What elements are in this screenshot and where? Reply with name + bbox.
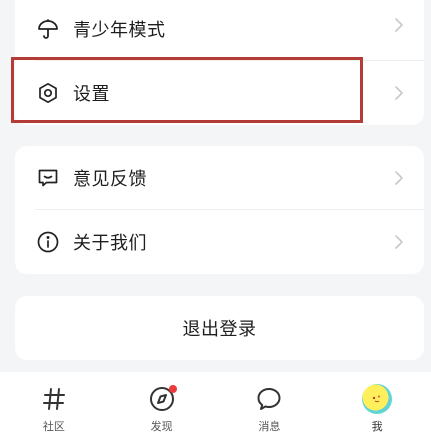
- settings-label: 设置: [73, 84, 110, 105]
- bottom-tab-bar: 社区 发现 消息 我: [0, 372, 431, 437]
- tab-community[interactable]: 社区: [0, 372, 108, 437]
- compass-icon: [147, 384, 177, 414]
- gear-icon: [35, 80, 61, 106]
- tab-label: 我: [371, 420, 383, 433]
- logout-card: 退出登录: [15, 296, 424, 360]
- youth-mode-label: 青少年模式: [73, 20, 166, 41]
- about-item[interactable]: 关于我们: [15, 210, 424, 274]
- settings-item[interactable]: 设置: [15, 61, 424, 125]
- chevron-right-icon: [395, 235, 403, 249]
- feedback-label: 意见反馈: [73, 169, 147, 190]
- chevron-right-icon: [395, 86, 403, 100]
- tab-messages[interactable]: 消息: [216, 372, 324, 437]
- tab-label: 发现: [150, 420, 173, 433]
- chat-bubble-icon: [254, 384, 284, 414]
- hash-icon: [39, 384, 69, 414]
- menu-group-2: 意见反馈 关于我们: [15, 146, 424, 274]
- youth-mode-item[interactable]: 青少年模式: [15, 0, 424, 61]
- logout-button[interactable]: 退出登录: [15, 296, 424, 360]
- tab-label: 消息: [258, 420, 281, 433]
- tab-discover[interactable]: 发现: [108, 372, 216, 437]
- menu-group-1: 青少年模式 设置: [15, 0, 424, 125]
- feedback-item[interactable]: 意见反馈: [15, 146, 424, 210]
- avatar: [362, 384, 393, 414]
- tab-me[interactable]: 我: [323, 372, 431, 437]
- about-label: 关于我们: [73, 233, 147, 254]
- tab-label: 社区: [42, 420, 65, 433]
- info-icon: [35, 229, 61, 255]
- notification-dot: [168, 385, 177, 393]
- feedback-icon: [35, 165, 61, 191]
- chevron-right-icon: [395, 17, 403, 32]
- avatar-icon: [362, 384, 393, 414]
- umbrella-icon: [35, 16, 61, 42]
- chevron-right-icon: [395, 171, 403, 185]
